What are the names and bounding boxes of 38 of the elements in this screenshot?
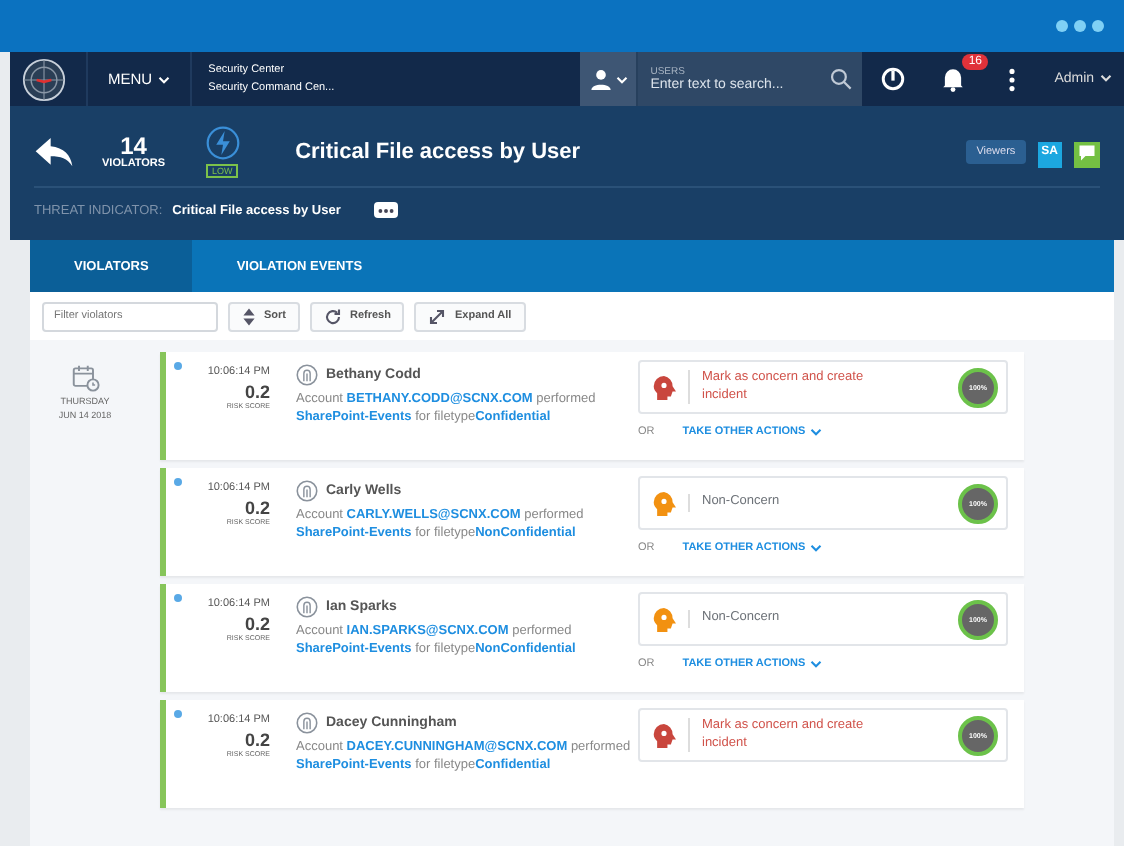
- dots-icon: [1056, 20, 1104, 32]
- chat-icon[interactable]: [1074, 141, 1100, 163]
- user-filter-dropdown[interactable]: [580, 52, 637, 106]
- refresh-icon: [324, 307, 342, 325]
- back-arrow-icon[interactable]: [34, 135, 74, 169]
- sort-icon: [242, 307, 256, 325]
- risk-score: 0.2: [244, 614, 270, 634]
- more-options-button[interactable]: [374, 202, 399, 218]
- page-title: Critical File access by User: [295, 140, 581, 164]
- unread-dot-icon: [174, 362, 182, 370]
- violator-count: 14: [120, 134, 147, 158]
- user-icon: [589, 68, 612, 90]
- caret-icon: [810, 659, 823, 668]
- unread-dot-icon: [174, 710, 182, 718]
- risk-score: 0.2: [244, 730, 270, 750]
- caret-icon: [810, 543, 823, 552]
- fingerprint-icon: [296, 712, 318, 734]
- radar-logo-icon: [22, 57, 66, 101]
- ellipsis-icon: [378, 207, 395, 213]
- lightning-icon: [205, 126, 240, 160]
- head-icon: [652, 721, 676, 749]
- head-icon: [652, 605, 676, 633]
- caret-icon: [615, 75, 628, 83]
- caret-icon: [1100, 74, 1112, 83]
- head-icon: [652, 489, 676, 517]
- unread-dot-icon: [174, 594, 182, 602]
- calendar-clock-icon: [71, 364, 99, 392]
- risk-score: 0.2: [244, 498, 270, 518]
- caret-icon: [810, 427, 823, 436]
- caret-icon: [158, 76, 171, 85]
- unread-dot-icon: [174, 478, 182, 486]
- search-icon: [830, 68, 853, 90]
- fingerprint-icon: [296, 364, 318, 386]
- head-icon: [652, 373, 676, 401]
- risk-score: 0.2: [244, 382, 270, 402]
- fingerprint-icon: [296, 596, 318, 618]
- expand-icon: [428, 307, 447, 325]
- fingerprint-icon: [296, 480, 318, 502]
